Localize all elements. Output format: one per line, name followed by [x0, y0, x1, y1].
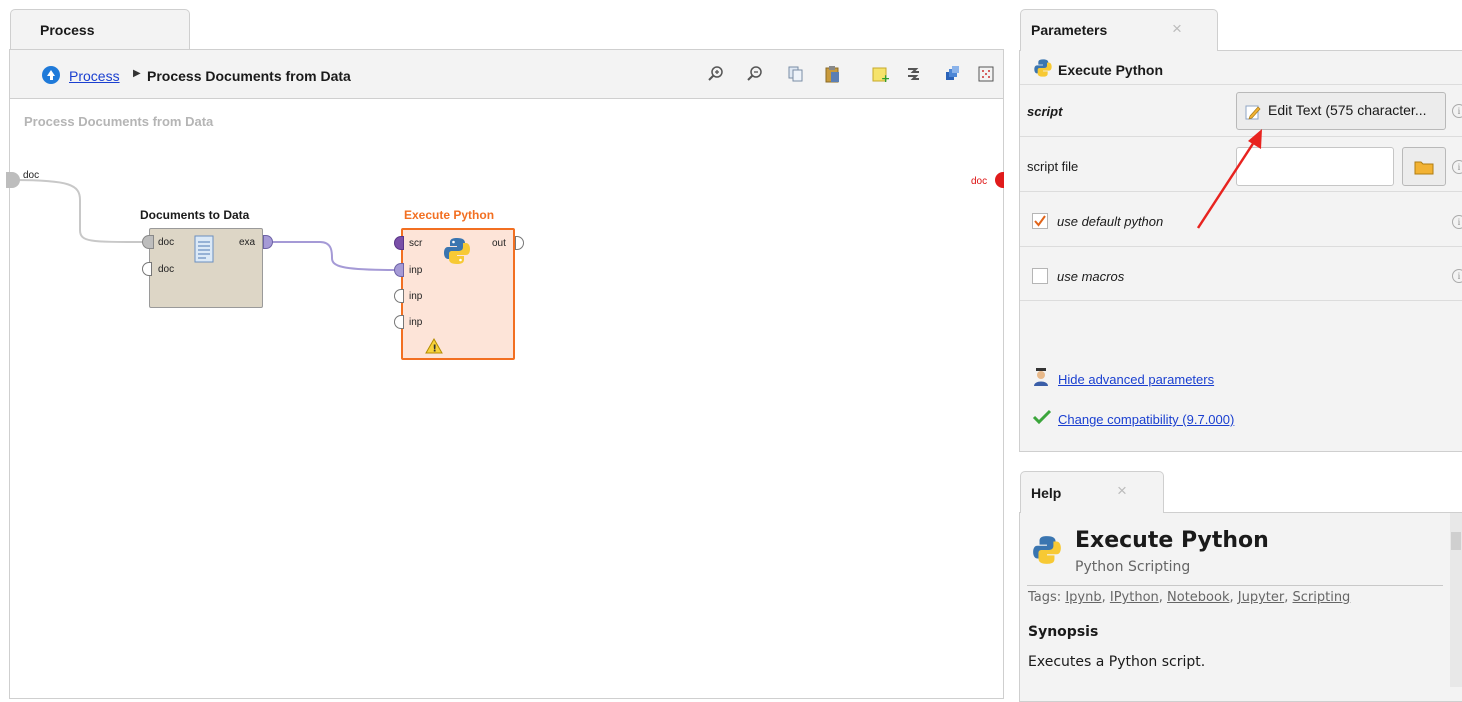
tab-help[interactable]: Help × — [1020, 471, 1164, 513]
folder-icon — [1414, 161, 1434, 174]
help-divider — [1027, 585, 1443, 586]
checkmark-icon — [1032, 409, 1052, 428]
row-divider — [1020, 84, 1462, 85]
param-script-label: script — [1027, 104, 1063, 119]
parameters-operator-name: Execute Python — [1058, 62, 1164, 78]
edit-text-label: Edit Text (575 character... — [1268, 102, 1427, 118]
port-scr-in[interactable] — [394, 236, 404, 250]
tag-link[interactable]: Jupyter — [1238, 590, 1284, 605]
port-exa-out-label: exa — [239, 237, 256, 248]
port-inp-in-3-label: inp — [409, 317, 423, 328]
browse-folder-button[interactable] — [1402, 147, 1446, 186]
help-synopsis-heading: Synopsis — [1028, 624, 1099, 640]
port-doc-in-1[interactable] — [142, 235, 154, 249]
port-inp-in-3[interactable] — [394, 315, 404, 329]
annotation-arrow-icon — [1196, 129, 1262, 229]
info-icon[interactable]: i — [1452, 215, 1462, 229]
use-macros-label: use macros — [1057, 269, 1125, 284]
process-input-port-label: doc — [23, 170, 40, 181]
info-icon[interactable]: i — [1452, 269, 1462, 283]
tab-parameters[interactable]: Parameters × — [1020, 9, 1218, 51]
pencil-icon — [1245, 104, 1261, 123]
port-inp-in-2-label: inp — [409, 291, 423, 302]
connection-doc-to-doc — [13, 179, 144, 243]
hide-advanced-parameters-link[interactable]: Hide advanced parameters — [1058, 372, 1214, 387]
close-icon[interactable]: × — [1172, 19, 1182, 39]
warning-icon[interactable]: ! — [425, 337, 443, 357]
python-logo-icon — [1033, 58, 1053, 81]
help-scrollbar[interactable] — [1450, 513, 1462, 687]
row-divider — [1020, 300, 1462, 301]
info-icon[interactable]: i — [1452, 104, 1462, 118]
help-synopsis-text: Executes a Python script. — [1028, 654, 1206, 670]
tab-parameters-label: Parameters — [1031, 22, 1108, 38]
help-subtitle: Python Scripting — [1075, 559, 1191, 575]
port-inp-in-1-label: inp — [409, 265, 423, 276]
help-tags: Tags: Ipynb, IPython, Notebook, Jupyter,… — [1028, 590, 1351, 605]
port-inp-in-2[interactable] — [394, 289, 404, 303]
connection-exa-to-inp — [268, 241, 396, 271]
checkmark-icon — [1034, 215, 1046, 227]
port-out-label: out — [492, 238, 506, 249]
port-doc-in-2[interactable] — [142, 262, 152, 276]
port-doc-in-1-label: doc — [158, 237, 175, 248]
port-inp-in-1[interactable] — [394, 263, 404, 277]
close-icon[interactable]: × — [1117, 481, 1127, 501]
tab-help-label: Help — [1031, 485, 1062, 501]
help-title: Execute Python — [1075, 528, 1269, 553]
use-default-python-checkbox[interactable] — [1032, 213, 1048, 229]
tag-link[interactable]: Scripting — [1293, 590, 1351, 605]
info-icon[interactable]: i — [1452, 160, 1462, 174]
operator-title-execute-python: Execute Python — [404, 208, 495, 222]
tag-link[interactable]: Notebook — [1167, 590, 1229, 605]
python-logo-icon — [1031, 534, 1063, 569]
warning-glyph: ! — [432, 344, 437, 355]
document-icon — [194, 235, 214, 266]
scrollbar-thumb[interactable] — [1451, 532, 1461, 550]
port-doc-in-2-label: doc — [158, 264, 175, 275]
tag-link[interactable]: Ipynb — [1065, 590, 1101, 605]
use-macros-checkbox[interactable] — [1032, 268, 1048, 284]
expert-icon — [1033, 368, 1049, 389]
python-logo-icon — [442, 236, 472, 269]
param-script-file-label: script file — [1027, 159, 1079, 174]
change-compatibility-link[interactable]: Change compatibility (9.7.000) — [1058, 412, 1234, 427]
operator-title-documents-to-data: Documents to Data — [140, 208, 250, 222]
tag-link[interactable]: IPython — [1110, 590, 1159, 605]
process-output-port[interactable] — [995, 172, 1004, 188]
use-default-python-label: use default python — [1057, 214, 1164, 229]
process-output-port-label: doc — [971, 176, 988, 187]
port-scr-in-label: scr — [409, 238, 423, 249]
tags-prefix: Tags: — [1028, 590, 1062, 605]
row-divider — [1020, 246, 1462, 247]
